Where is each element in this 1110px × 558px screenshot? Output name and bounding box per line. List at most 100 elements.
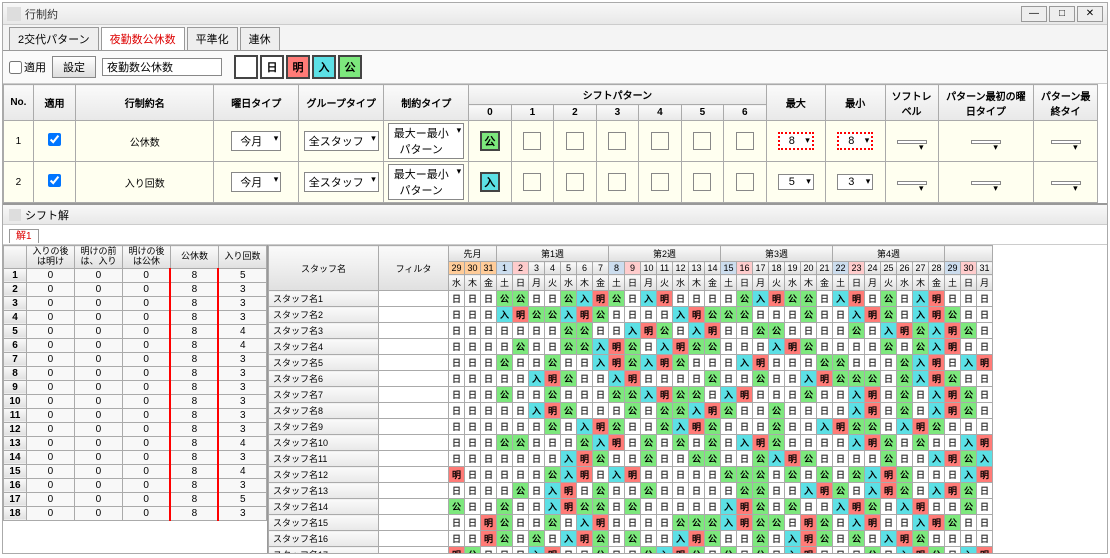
shift-cell[interactable]: 公 [561, 339, 577, 355]
shift-cell[interactable]: 明 [769, 291, 785, 307]
shift-cell[interactable]: 公 [769, 323, 785, 339]
shift-cell[interactable]: 日 [481, 451, 497, 467]
shift-cell[interactable]: 入 [641, 387, 657, 403]
shift-cell[interactable]: 公 [641, 435, 657, 451]
shift-cell[interactable]: 公 [881, 435, 897, 451]
shift-cell[interactable]: 明 [545, 403, 561, 419]
shift-cell[interactable]: 明 [657, 387, 673, 403]
shift-cell[interactable]: 公 [673, 403, 689, 419]
shift-cell[interactable]: 日 [529, 387, 545, 403]
shift-cell[interactable]: 公 [513, 435, 529, 451]
shift-cell[interactable]: 明 [929, 307, 945, 323]
shift-cell[interactable]: 日 [849, 451, 865, 467]
shift-cell[interactable]: 公 [929, 547, 945, 554]
shift-cell[interactable]: 日 [481, 339, 497, 355]
shift-cell[interactable]: 日 [945, 531, 961, 547]
shift-cell[interactable]: 日 [561, 387, 577, 403]
shift-cell[interactable]: 日 [817, 547, 833, 554]
shift-cell[interactable]: 日 [497, 547, 513, 554]
shift-cell[interactable]: 日 [481, 499, 497, 515]
shift-cell[interactable]: 日 [545, 451, 561, 467]
shift-cell[interactable]: 明 [705, 323, 721, 339]
shift-cell[interactable]: 日 [625, 483, 641, 499]
shift-cell[interactable]: 日 [609, 499, 625, 515]
maximize-button[interactable]: □ [1049, 6, 1075, 22]
shift-cell[interactable]: 明 [801, 531, 817, 547]
shift-cell[interactable]: 日 [769, 307, 785, 323]
shift-cell[interactable]: 公 [465, 547, 481, 554]
shift-cell[interactable]: 日 [945, 467, 961, 483]
shift-cell[interactable]: 入 [929, 339, 945, 355]
shift-cell[interactable]: 公 [849, 467, 865, 483]
shift-cell[interactable]: 日 [625, 451, 641, 467]
shift-cell[interactable]: 入 [881, 531, 897, 547]
shift-cell[interactable]: 明 [449, 467, 465, 483]
shift-cell[interactable]: 公 [705, 435, 721, 451]
ctype-dropdown[interactable]: 最大ー最小パターン [388, 123, 464, 159]
shift-cell[interactable]: 明 [945, 451, 961, 467]
shift-cell[interactable]: 日 [609, 547, 625, 554]
shift-cell[interactable]: 日 [609, 531, 625, 547]
minimize-button[interactable]: — [1021, 6, 1047, 22]
shift-cell[interactable]: 入 [593, 355, 609, 371]
pattype-dropdown[interactable] [1051, 181, 1081, 185]
shift-cell[interactable]: 入 [849, 403, 865, 419]
shift-cell[interactable]: 公 [689, 547, 705, 554]
shift-cell[interactable]: 明 [977, 467, 993, 483]
shift-cell[interactable]: 入 [913, 355, 929, 371]
shift-cell[interactable]: 日 [785, 435, 801, 451]
shift-cell[interactable]: 日 [673, 371, 689, 387]
shift-cell[interactable]: 入 [561, 531, 577, 547]
min-cell[interactable]: 3 [837, 174, 873, 190]
shift-cell[interactable]: 日 [913, 403, 929, 419]
shift-cell[interactable]: 公 [785, 291, 801, 307]
shift-cell[interactable]: 日 [513, 419, 529, 435]
shift-cell[interactable]: 日 [833, 323, 849, 339]
shift-cell[interactable]: 入 [897, 419, 913, 435]
shift-cell[interactable]: 日 [785, 419, 801, 435]
shift-cell[interactable]: 公 [849, 531, 865, 547]
shift-cell[interactable]: 日 [737, 339, 753, 355]
shift-cell[interactable]: 公 [497, 355, 513, 371]
shift-cell[interactable]: 公 [961, 483, 977, 499]
shift-cell[interactable]: 日 [481, 371, 497, 387]
shift-cell[interactable]: 入 [609, 371, 625, 387]
shift-cell[interactable]: 明 [929, 355, 945, 371]
shift-cell[interactable]: 明 [977, 355, 993, 371]
shift-cell[interactable]: 公 [657, 419, 673, 435]
shift-cell[interactable]: 明 [945, 483, 961, 499]
shift-cell[interactable]: 日 [465, 291, 481, 307]
shift-cell[interactable]: 公 [577, 435, 593, 451]
shift-cell[interactable]: 日 [769, 355, 785, 371]
shift-cell[interactable]: 公 [769, 419, 785, 435]
shift-cell[interactable]: 明 [817, 371, 833, 387]
shift-cell[interactable]: 公 [913, 323, 929, 339]
shift-cell[interactable]: 日 [801, 419, 817, 435]
shift-cell[interactable]: 公 [897, 371, 913, 387]
shift-cell[interactable]: 日 [977, 371, 993, 387]
shift-cell[interactable]: 公 [705, 531, 721, 547]
shift-cell[interactable]: 公 [769, 515, 785, 531]
shift-cell[interactable]: 日 [785, 323, 801, 339]
shift-cell[interactable]: 日 [705, 467, 721, 483]
shift-cell[interactable]: 明 [641, 323, 657, 339]
shift-cell[interactable]: 公 [865, 371, 881, 387]
shift-cell[interactable]: 日 [641, 403, 657, 419]
shift-cell[interactable]: 日 [625, 547, 641, 554]
ctype-dropdown[interactable]: 最大ー最小パターン [388, 164, 464, 200]
shift-cell[interactable]: 日 [465, 499, 481, 515]
shift-cell[interactable]: 明 [785, 339, 801, 355]
shift-cell[interactable]: 公 [705, 451, 721, 467]
shift-cell[interactable]: 明 [625, 371, 641, 387]
shift-cell[interactable]: 明 [849, 291, 865, 307]
shift-cell[interactable]: 日 [689, 435, 705, 451]
shift-cell[interactable]: 日 [593, 403, 609, 419]
shift-cell[interactable]: 入 [673, 531, 689, 547]
shift-cell[interactable]: 日 [593, 387, 609, 403]
shift-cell[interactable]: 入 [593, 339, 609, 355]
shift-cell[interactable]: 入 [897, 547, 913, 554]
shift-cell[interactable]: 公 [897, 355, 913, 371]
shift-cell[interactable]: 日 [609, 307, 625, 323]
min-cell[interactable]: 8 [837, 132, 873, 150]
shift-cell[interactable]: 公 [577, 323, 593, 339]
